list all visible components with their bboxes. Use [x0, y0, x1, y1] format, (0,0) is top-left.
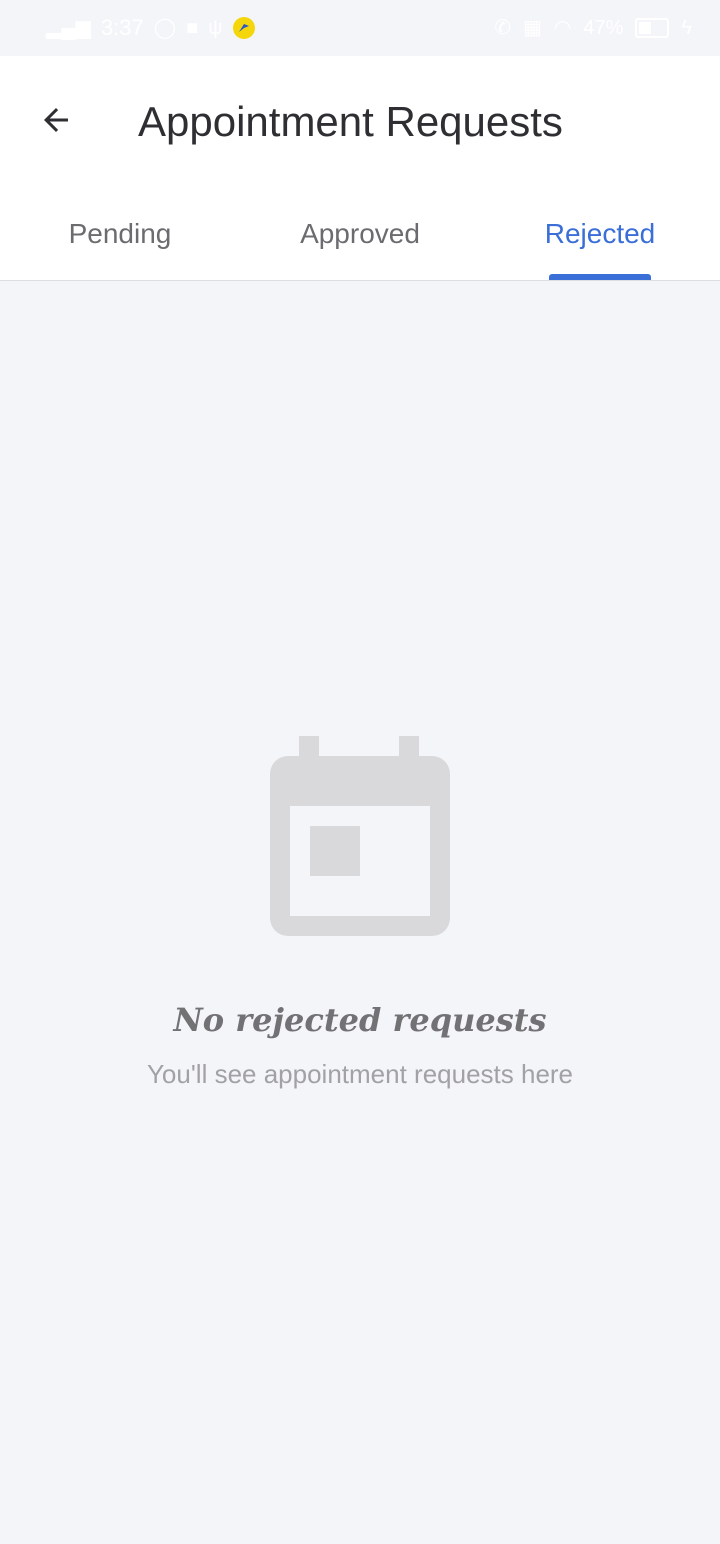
video-icon: ■	[186, 17, 199, 39]
whatsapp-icon: ◯	[153, 17, 177, 39]
tab-pending[interactable]: Pending	[0, 196, 240, 280]
back-button[interactable]	[28, 92, 84, 148]
flipkart-icon	[232, 17, 255, 39]
tab-rejected[interactable]: Rejected	[480, 196, 720, 280]
volte-icon: ▦	[523, 17, 542, 39]
tab-bar: Pending Approved Rejected	[0, 196, 720, 280]
app-header: Appointment Requests Pending Approved Re…	[0, 56, 720, 281]
status-bar: ▂▄▆ 3:37 ◯ ■ ψ ✆ ▦ ◠ 47% ϟ	[0, 0, 720, 56]
status-time: 3:37	[100, 15, 144, 40]
tab-label: Approved	[300, 218, 420, 249]
empty-state-title: No rejected requests	[173, 1001, 547, 1039]
usb-icon: ψ	[208, 17, 223, 39]
calendar-icon	[270, 736, 450, 936]
charging-icon: ϟ	[681, 17, 692, 39]
empty-state: No rejected requests You'll see appointm…	[0, 730, 720, 1092]
page-title: Appointment Requests	[138, 98, 563, 145]
tab-label: Pending	[68, 218, 172, 249]
tab-label: Rejected	[544, 218, 656, 249]
empty-state-subtitle: You'll see appointment requests here	[146, 1059, 574, 1089]
wifi-icon: ◠	[553, 17, 572, 39]
arrow-back-icon	[44, 108, 68, 132]
active-tab-indicator	[549, 274, 651, 280]
battery-icon	[635, 18, 670, 38]
signal-icon: ▂▄▆	[46, 17, 91, 39]
battery-percent: 47%	[583, 17, 624, 39]
status-bar-left: ▂▄▆ 3:37 ◯ ■ ψ	[46, 14, 255, 42]
tab-approved[interactable]: Approved	[240, 196, 480, 280]
call-icon: ✆	[494, 17, 512, 39]
status-bar-right: ✆ ▦ ◠ 47% ϟ	[494, 14, 692, 42]
